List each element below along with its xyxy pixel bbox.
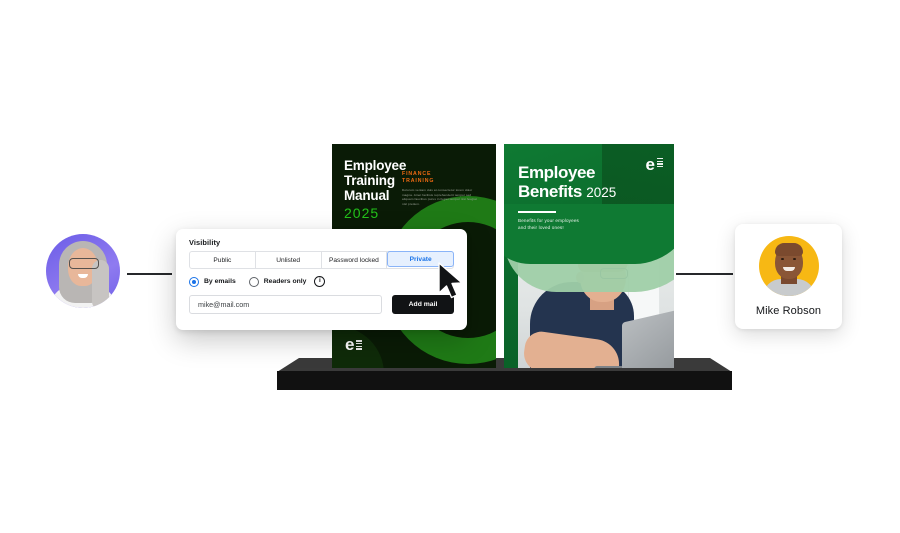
cover-title-line2: Benefits 2025: [518, 182, 630, 202]
avatar-smile: [782, 267, 795, 271]
logo-e-icon: e: [645, 155, 655, 174]
visibility-settings-panel: Visibility Public Unlisted Password lock…: [176, 229, 467, 330]
cover-kicker-line2: TRAINING: [402, 177, 435, 184]
radio-by-emails-label: By emails: [204, 278, 236, 285]
book-cover-employee-benefits[interactable]: Employee Benefits 2025 Benefits for your…: [504, 144, 674, 368]
avatar-eye-left: [780, 258, 784, 260]
radio-readers-only[interactable]: Readers only i: [248, 276, 326, 287]
avatar-glasses-icon: [69, 258, 99, 269]
tab-public[interactable]: Public: [190, 252, 256, 268]
avatar-hairline: [774, 243, 803, 256]
left-user-avatar[interactable]: [46, 234, 120, 308]
cover-kicker-line1: FINANCE: [402, 171, 432, 177]
logo-e-icon: e: [345, 335, 355, 354]
cover-title-line1: Employee: [518, 163, 596, 182]
logo-bars-icon: [356, 340, 363, 350]
cover-subtitle-line2: and their loved ones!: [518, 224, 564, 230]
email-input[interactable]: mike@mail.com: [189, 295, 382, 314]
avatar-eye-right: [792, 258, 796, 260]
radio-unselected-icon[interactable]: [248, 276, 259, 287]
tab-password-locked[interactable]: Password locked: [322, 252, 388, 268]
cover-title-block: Employee Benefits 2025 Benefits for your…: [518, 164, 630, 231]
logo-bars-icon: [657, 158, 663, 168]
connector-line-right: [676, 273, 733, 275]
visibility-label: Visibility: [189, 238, 221, 247]
radio-selected-icon[interactable]: [189, 276, 199, 287]
tab-unlisted[interactable]: Unlisted: [256, 252, 322, 268]
info-icon[interactable]: i: [314, 276, 326, 287]
brand-logo-dark: e: [345, 335, 363, 354]
visibility-segmented-control[interactable]: Public Unlisted Password locked Private: [189, 251, 454, 269]
brand-logo-green: e: [645, 155, 663, 174]
cover-rule: [518, 211, 556, 214]
email-entry-row: mike@mail.com Add mail: [189, 295, 454, 314]
reader-avatar: [758, 236, 819, 296]
connector-line-left: [127, 273, 172, 275]
radio-by-emails[interactable]: By emails: [189, 276, 236, 287]
cover-title-word: Benefits: [518, 182, 582, 201]
cover-year: 2025: [586, 185, 617, 200]
cover-year: 2025: [344, 205, 380, 221]
reader-card-mike-robson[interactable]: Mike Robson: [735, 224, 842, 329]
cover-body-text: Dolorum veniam duis at consectetur lorem…: [402, 188, 477, 206]
cover-sidebar-text: FINANCE TRAINING Dolorum veniam duis at …: [402, 171, 480, 207]
shelf-front-face: [277, 371, 732, 390]
radio-readers-only-label: Readers only: [263, 278, 307, 285]
mouse-cursor-icon: [438, 262, 463, 299]
scene-stage: Employee Training Manual 2025 FINANCE TR…: [0, 0, 900, 533]
reader-name: Mike Robson: [755, 305, 822, 317]
visibility-radio-group: By emails Readers only i: [189, 276, 326, 287]
